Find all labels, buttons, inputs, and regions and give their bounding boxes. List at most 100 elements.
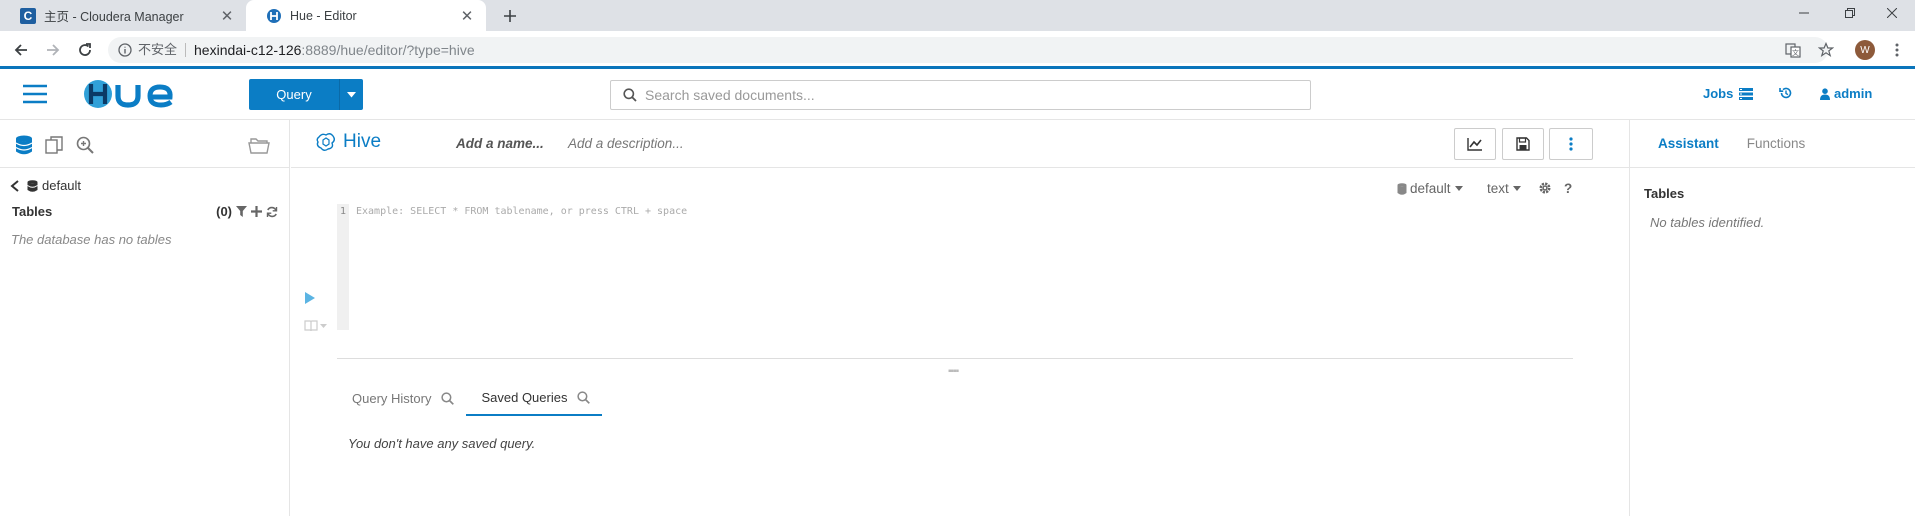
security-label: 不安全 [138,43,187,57]
arrow-left-icon [14,44,27,56]
query-name-field[interactable]: Add a name... [456,136,544,151]
restore-icon [1845,8,1855,18]
history-icon [1779,87,1792,99]
jobs-label: Jobs [1703,86,1734,101]
star-icon [1818,42,1834,58]
info-icon [118,43,132,57]
url-host: hexindai-c12-126 [194,42,302,58]
gear-icon [1539,182,1551,194]
query-description-field[interactable]: Add a description... [568,136,684,151]
resize-handle-icon[interactable]: ▪▪▪▪ [948,366,959,377]
query-dropdown-button[interactable] [339,79,363,110]
floppy-save-icon [1516,137,1530,151]
browser-toolbar: 不安全 hexindai-c12-126:8889/hue/editor/?ty… [0,31,1915,69]
search-icon [441,391,455,405]
tab-assistant[interactable]: Assistant [1658,136,1719,151]
cloudera-favicon-icon: C [20,7,36,24]
browser-tab-hue[interactable]: Hue - Editor ✕ [246,0,486,31]
kebab-menu-icon [1569,137,1573,151]
query-button[interactable]: Query [249,79,339,110]
database-selector[interactable]: default [1397,181,1463,196]
snippet-menu[interactable] [304,320,327,332]
line-number: 1 [339,206,347,217]
tab-query-history[interactable]: Query History [337,380,466,416]
tab-label: Saved Queries [481,389,568,405]
minimize-button[interactable] [1781,0,1827,26]
chevron-left-icon [10,179,19,192]
new-tab-button[interactable] [498,4,522,28]
search-input[interactable] [645,87,1285,103]
engine-name: Hive [343,131,382,152]
hue-logo[interactable] [82,78,182,110]
browser-tab-cloudera[interactable]: C 主页 - Cloudera Manager ✕ [0,0,246,31]
database-select-value: default [1410,181,1451,196]
caret-down-icon [320,324,327,328]
restore-button[interactable] [1827,0,1873,26]
documents-tab-icon[interactable] [43,134,65,156]
url-path: :8889/hue/editor/?type=hive [301,42,475,58]
filter-icon[interactable] [236,206,247,217]
format-selector[interactable]: text [1487,181,1521,196]
hue-favicon-icon [266,8,282,24]
kebab-menu-icon [1895,43,1899,57]
editor-header: Hive Add a name... Add a description... [291,120,1629,168]
list-icon [1739,87,1754,100]
settings-button[interactable] [1538,181,1552,195]
database-icon [27,179,38,192]
code-editor-placeholder[interactable]: Example: SELECT * FROM tablename, or pre… [356,206,687,217]
close-tab-icon[interactable]: ✕ [218,7,236,25]
search-icon [577,390,591,404]
hue-top-nav: Query Jobs admin [0,69,1915,120]
bookmark-star-button[interactable] [1815,39,1837,61]
minimize-icon [1799,12,1809,14]
help-button[interactable]: ? [1564,181,1572,196]
history-button[interactable] [1779,86,1793,100]
tab-label: Query History [352,390,432,406]
reload-icon [79,43,91,56]
translate-button[interactable]: 文 [1782,39,1804,61]
forward-button[interactable] [42,39,64,61]
reload-button[interactable] [74,39,96,61]
hamburger-menu-icon[interactable] [22,83,48,105]
left-assist-panel: default Tables (0) The database has no t… [0,120,290,516]
search-tab-icon[interactable] [74,134,96,156]
caret-down-icon [347,91,356,97]
chart-button[interactable] [1454,128,1496,160]
back-button[interactable] [10,39,32,61]
assist-panel-tabs [0,120,289,168]
database-breadcrumb[interactable]: default [10,178,81,193]
browser-tab-title: 主页 - Cloudera Manager [44,10,184,24]
translate-icon: 文 [1785,43,1801,58]
arrow-right-icon [47,44,60,56]
tables-label: Tables [12,204,53,219]
files-folder-icon[interactable] [248,134,270,156]
right-assistant-panel: Assistant Functions Tables No tables ide… [1629,120,1915,516]
line-chart-icon [1467,138,1482,151]
address-bar[interactable]: 不安全 hexindai-c12-126:8889/hue/editor/?ty… [108,37,1828,63]
save-button[interactable] [1502,128,1544,160]
profile-avatar[interactable]: W [1855,40,1875,60]
execute-button[interactable] [304,292,316,304]
refresh-icon[interactable] [266,206,278,218]
user-menu[interactable]: admin [1820,86,1872,101]
search-icon [623,88,637,102]
plus-icon[interactable] [251,206,262,217]
database-tab-icon[interactable] [13,134,35,156]
editor-divider [337,358,1573,359]
more-options-button[interactable] [1549,128,1593,160]
tab-functions[interactable]: Functions [1747,136,1806,151]
no-saved-query-message: You don't have any saved query. [348,436,536,451]
close-icon [1887,8,1897,18]
close-window-button[interactable] [1869,0,1915,26]
tables-count: (0) [216,204,232,219]
no-tables-message: The database has no tables [11,232,172,247]
hive-icon [316,133,335,151]
search-saved-documents[interactable] [610,80,1311,110]
format-select-value: text [1487,181,1509,196]
close-tab-icon[interactable]: ✕ [458,7,476,25]
browser-menu-button[interactable] [1886,39,1908,61]
help-icon: ? [1564,181,1573,196]
jobs-link[interactable]: Jobs [1703,86,1754,101]
book-icon [304,320,318,332]
tab-saved-queries[interactable]: Saved Queries [466,380,603,416]
